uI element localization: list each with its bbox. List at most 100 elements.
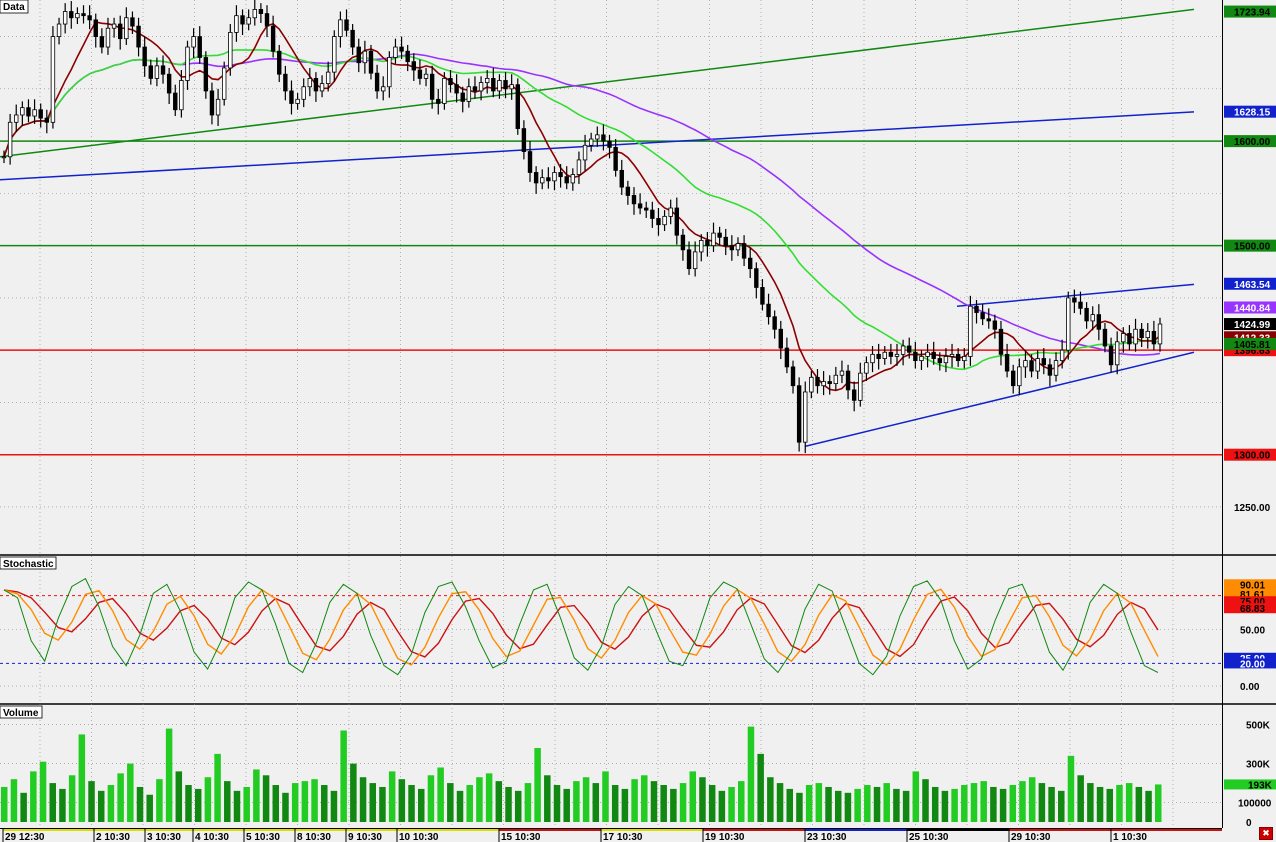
candle-body — [1114, 341, 1120, 366]
candle-body — [1041, 358, 1046, 366]
trading-chart: 1250.00 1600.00 1500.00 1300.00 1396.63 1723.… — [0, 0, 1276, 842]
candle-body — [558, 172, 563, 178]
candle-body — [166, 73, 172, 94]
close-icon[interactable]: ✖ — [1259, 827, 1273, 840]
candle-body — [246, 17, 251, 25]
candle-body — [650, 209, 655, 219]
volume-bar — [670, 788, 677, 822]
candle-body — [851, 389, 857, 401]
price-tag-label: 1300.00 — [1234, 451, 1271, 462]
price-tag-label: 1600.00 — [1234, 137, 1271, 148]
candle-body — [62, 11, 68, 25]
candle-body — [1053, 360, 1059, 376]
x-axis-label: 9 10:30 — [348, 832, 382, 842]
candle-body — [613, 146, 618, 171]
volume-bar — [59, 788, 66, 822]
candle-body — [913, 351, 918, 362]
candle-body — [429, 73, 435, 100]
x-axis-session-strip — [907, 829, 1009, 831]
candle-body — [992, 320, 998, 330]
candle-body — [839, 370, 845, 376]
candle-body — [87, 15, 92, 21]
volume-bar — [466, 785, 473, 822]
volume-bar — [253, 769, 260, 822]
volume-bar — [30, 771, 37, 822]
candle-body — [1072, 297, 1077, 303]
volume-bar — [844, 792, 852, 822]
candle-body — [221, 67, 227, 100]
candle-body — [1157, 323, 1163, 345]
x-axis-session-strip — [805, 829, 907, 831]
candle-body — [919, 356, 924, 362]
candle-body — [748, 257, 753, 270]
candle-body — [277, 50, 282, 75]
x-axis-session-strip — [145, 829, 193, 831]
price-tag-label: 1424.99 — [1234, 320, 1271, 331]
volume-bar — [1077, 775, 1084, 822]
candle-body — [258, 9, 264, 14]
candle-body — [925, 351, 930, 357]
x-axis-label: 10 10:30 — [399, 832, 439, 842]
volume-bar — [534, 748, 541, 822]
volume-bar — [68, 775, 76, 822]
x-axis-session-strip — [346, 829, 397, 831]
candle-body — [900, 345, 906, 355]
price-tag-label: 1628.15 — [1234, 108, 1271, 119]
candle-body — [723, 236, 728, 247]
candle-body — [387, 57, 392, 88]
volume-tick-label: 0 — [1246, 818, 1252, 829]
volume-bar — [563, 788, 570, 822]
volume-bar — [408, 785, 415, 822]
candle-body — [264, 13, 270, 27]
volume-bar — [117, 773, 124, 822]
candle-body — [754, 268, 759, 288]
chart-background — [0, 0, 1276, 842]
stoch-tick-label: 0.00 — [1240, 682, 1260, 693]
candle-body — [564, 176, 569, 184]
volume-bar — [631, 779, 638, 822]
candle-body — [124, 17, 129, 40]
candle-body — [1133, 328, 1138, 345]
candle-body — [796, 385, 802, 443]
volume-bar — [127, 763, 134, 822]
candle-body — [656, 218, 661, 226]
candle-body — [1127, 333, 1132, 345]
x-axis-session-strip — [3, 829, 94, 831]
candle-body — [75, 13, 80, 19]
x-axis-label: 29 12:30 — [5, 832, 45, 842]
volume-bar — [767, 777, 774, 822]
x-axis-label: 8 10:30 — [297, 832, 331, 842]
volume-bar — [825, 786, 832, 822]
volume-bar — [262, 775, 270, 822]
volume-bar — [175, 771, 183, 822]
candle-body — [436, 98, 441, 104]
candle-body — [148, 65, 153, 79]
candle-body — [845, 370, 851, 391]
volume-bar — [282, 792, 289, 822]
volume-bar — [1009, 785, 1017, 822]
candle-body — [619, 169, 624, 188]
candle-body — [20, 107, 25, 116]
candle-body — [760, 287, 765, 305]
volume-bar — [350, 763, 357, 822]
candle-body — [644, 207, 649, 211]
x-axis-label: 19 10:30 — [705, 832, 745, 842]
candle-body — [1035, 358, 1040, 372]
candle-body — [228, 32, 233, 69]
candle-body — [668, 207, 673, 217]
candle-body — [784, 347, 790, 368]
candle-body — [717, 232, 722, 238]
candle-body — [460, 92, 465, 102]
candle-body — [411, 61, 416, 71]
volume-bar — [650, 781, 658, 822]
candle-body — [1084, 307, 1089, 322]
volume-bar — [447, 783, 454, 822]
x-axis-label: 15 10:30 — [501, 832, 541, 842]
price-tag-label: 1440.84 — [1234, 303, 1271, 314]
volume-bar — [728, 786, 735, 822]
volume-bar — [524, 783, 532, 822]
candle-body — [472, 86, 478, 92]
candle-body — [118, 23, 123, 40]
candle-body — [252, 9, 257, 19]
candle-body — [491, 77, 496, 92]
